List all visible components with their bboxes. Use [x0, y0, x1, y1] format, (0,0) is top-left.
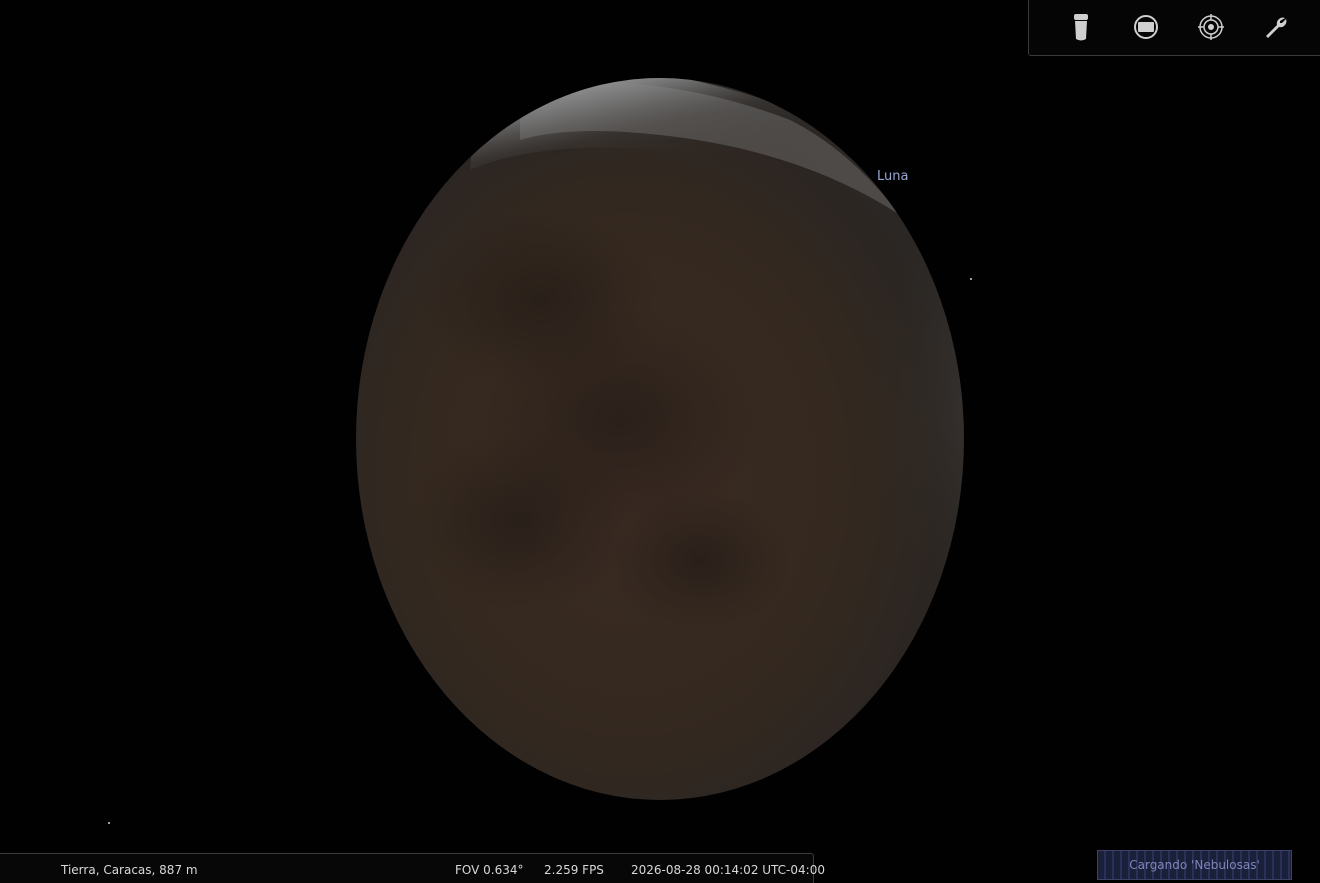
loading-text: Cargando 'Nebulosas' [1129, 858, 1260, 872]
fov-text: FOV 0.634° [455, 863, 524, 877]
moon-surface-shading [410, 78, 964, 680]
status-bar: Tierra, Caracas, 887 m FOV 0.634° 2.259 … [0, 853, 825, 883]
star[interactable] [108, 822, 110, 824]
target-icon [1197, 14, 1224, 40]
star[interactable] [970, 278, 972, 280]
fps-text: 2.259 FPS [544, 863, 604, 877]
flashlight-button[interactable] [1064, 10, 1098, 44]
fullscreen-icon [1134, 15, 1159, 39]
location-text[interactable]: Tierra, Caracas, 887 m [61, 863, 198, 877]
top-toolbar [1028, 0, 1320, 56]
flashlight-icon [1074, 14, 1089, 41]
loading-progress-bar: Cargando 'Nebulosas' [1097, 850, 1292, 880]
fullscreen-button[interactable] [1129, 10, 1163, 44]
target-button[interactable] [1194, 10, 1228, 44]
wrench-icon [1265, 17, 1287, 38]
moon-eclipse-svg[interactable] [0, 0, 1320, 880]
datetime-text[interactable]: 2026-08-28 00:14:02 UTC-04:00 [631, 863, 825, 877]
object-label-moon[interactable]: Luna [877, 169, 908, 184]
settings-button[interactable] [1259, 10, 1293, 44]
